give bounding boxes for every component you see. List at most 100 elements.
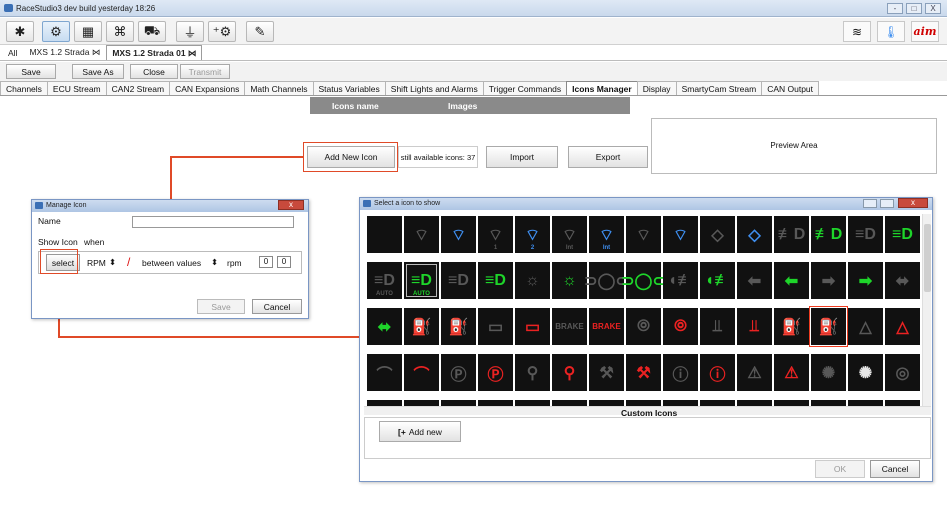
ground-icon[interactable]: ⏚ [176, 21, 204, 42]
tab-status-variables[interactable]: Status Variables [312, 81, 386, 95]
right-arrow-dim-icon[interactable]: ➡ [811, 262, 846, 299]
warning-red-icon[interactable]: ⚠ [774, 354, 809, 391]
save-icon-button[interactable]: Save [197, 299, 245, 314]
tab-display[interactable]: Display [636, 81, 677, 95]
left-arrow-dim-icon[interactable]: ⬅ [737, 262, 772, 299]
close-button[interactable]: Close [130, 64, 178, 79]
min-value-field[interactable]: 0 [259, 256, 273, 268]
parking-dim-icon[interactable]: ⊃◯⊂ [584, 262, 629, 299]
gauge-icon[interactable]: ⚙ [42, 21, 70, 42]
brake-red-icon[interactable]: BRAKE [589, 308, 624, 345]
wrench-red-icon[interactable]: ⚒ [626, 354, 661, 391]
tab-can-output[interactable]: CAN Output [761, 81, 820, 95]
coolant-red-icon[interactable]: ⫫ [737, 308, 772, 345]
max-value-field[interactable]: 0 [277, 256, 291, 268]
close-dialog-button[interactable]: x [898, 198, 928, 208]
seatbelt-red-icon[interactable]: ⚲ [552, 354, 587, 391]
save-button[interactable]: Save [6, 64, 56, 79]
tab-smartycam-stream[interactable]: SmartyCam Stream [675, 81, 763, 95]
wiper-int-dim-icon[interactable]: ⌔ Int [552, 216, 587, 253]
wiper-int-blue-icon[interactable]: ⌔ Int [589, 216, 624, 253]
high-beam-dim-icon[interactable]: ≢D [774, 216, 809, 253]
oil-red-icon[interactable]: ⌒ [404, 354, 439, 391]
tab-math-channels[interactable]: Math Channels [244, 81, 314, 95]
condition-stepper[interactable]: ⬍ [211, 257, 218, 268]
high-beam-green-icon[interactable]: ≢D [811, 216, 846, 253]
fuel-can-red-icon[interactable]: ⛽ [441, 308, 476, 345]
tab-can-expansions[interactable]: CAN Expansions [169, 81, 246, 95]
parking-brake-dim-icon[interactable]: Ⓟ [441, 354, 476, 391]
config-tab-all[interactable]: All [2, 45, 23, 60]
edit-icon[interactable]: ✎ [246, 21, 274, 42]
minimize-button[interactable] [863, 199, 877, 208]
hazard-dim-icon[interactable]: △ [848, 308, 883, 345]
tab-can2-stream[interactable]: CAN2 Stream [105, 81, 171, 95]
turbo-white-icon[interactable]: ✺ [848, 354, 883, 391]
export-button[interactable]: Export [568, 146, 648, 168]
rear-wiper-blue-icon[interactable]: ◇ [737, 216, 772, 253]
warning-dim-icon[interactable]: ⚠ [737, 354, 772, 391]
tab-ecu-stream[interactable]: ECU Stream [46, 81, 107, 95]
wiper-dim-icon[interactable]: ⌔ [404, 216, 439, 253]
washer-blue-icon[interactable]: ⌔ [663, 216, 698, 253]
close-dialog-button[interactable]: x [278, 200, 304, 210]
scrollbar-thumb[interactable] [924, 224, 931, 292]
save-as-button[interactable]: Save As [72, 64, 124, 79]
import-button[interactable]: Import [486, 146, 558, 168]
coolant-dim-icon[interactable]: ⫫ [700, 308, 735, 345]
grid-scrollbar[interactable] [922, 214, 931, 406]
fog-dim-icon[interactable]: ◖≢ [663, 262, 698, 299]
maximize-button[interactable]: □ [906, 3, 922, 14]
maximize-button[interactable] [880, 199, 894, 208]
chart-icon[interactable]: ▦ [74, 21, 102, 42]
parking-green-icon[interactable]: ⊃◯⊂ [621, 262, 666, 299]
condition-value[interactable]: between values [142, 258, 201, 268]
minimize-button[interactable]: - [887, 3, 903, 14]
thermometer-icon[interactable]: 🌡 [877, 21, 905, 42]
wifi-icon[interactable]: ≋ [843, 21, 871, 42]
auto-beam-dim-icon[interactable]: ≡D AUTO [367, 262, 402, 299]
light-dim-icon[interactable]: ☼ [515, 262, 550, 299]
channel-stepper[interactable]: ⬍ [109, 257, 116, 268]
battery-dim-icon[interactable]: ▭ [478, 308, 513, 345]
hazard-red-icon[interactable]: △ [885, 308, 920, 345]
close-window-button[interactable]: X [925, 3, 941, 14]
light-green-icon[interactable]: ☼ [552, 262, 587, 299]
wrench-icon[interactable]: ✱ [6, 21, 34, 42]
brake-circle-red-icon[interactable]: ⦾ [663, 308, 698, 345]
shape-icon[interactable]: ⌘ [106, 21, 134, 42]
fuel-dim-icon[interactable]: ⛽ [774, 308, 809, 345]
beam-green-icon[interactable]: ≡D [478, 262, 513, 299]
abs-dim-icon[interactable]: ◎ [885, 354, 920, 391]
add-device-icon[interactable]: ⁺⚙ [208, 21, 236, 42]
turbo-dim-icon[interactable]: ✺ [811, 354, 846, 391]
brake-dim-icon[interactable]: BRAKE [552, 308, 587, 345]
seatbelt-dim-icon[interactable]: ⚲ [515, 354, 550, 391]
left-arrow-green-icon[interactable]: ⬅ [774, 262, 809, 299]
tab-shift-lights-alarms[interactable]: Shift Lights and Alarms [384, 81, 484, 95]
info-red-icon[interactable]: ⓘ [700, 354, 735, 391]
ok-button[interactable]: OK [815, 460, 865, 478]
oil-dim-icon[interactable]: ⌒ [367, 354, 402, 391]
brake-circle-dim-icon[interactable]: ⦾ [626, 308, 661, 345]
config-tab-strada[interactable]: MXS 1.2 Strada ⋈ [23, 44, 106, 60]
cancel-select-button[interactable]: Cancel [870, 460, 920, 478]
battery-red-icon[interactable]: ▭ [515, 308, 550, 345]
blank-icon[interactable] [367, 216, 402, 253]
auto-beam-green-icon[interactable]: ≡D AUTO [404, 262, 439, 299]
config-tab-strada-01[interactable]: MXS 1.2 Strada 01 ⋈ [106, 45, 203, 60]
both-arrow-dim-icon[interactable]: ⬌ [885, 262, 920, 299]
add-new-button[interactable]: [+ Add new [379, 421, 461, 442]
low-beam-green-icon[interactable]: ≡D [885, 216, 920, 253]
tab-channels[interactable]: Channels [0, 81, 48, 95]
channel-value[interactable]: RPM [87, 258, 106, 268]
wiper-blue-icon[interactable]: ⌔ [441, 216, 476, 253]
washer-dim-icon[interactable]: ⌔ [626, 216, 661, 253]
parking-brake-red-icon[interactable]: Ⓟ [478, 354, 513, 391]
fuel-red-icon[interactable]: ⛽ [809, 306, 848, 347]
tab-icons-manager[interactable]: Icons Manager [566, 81, 638, 95]
fuel-can-dim-icon[interactable]: ⛽ [404, 308, 439, 345]
car-icon[interactable]: ⛟ [138, 21, 166, 42]
beam-dim-icon[interactable]: ≡D [441, 262, 476, 299]
wrench-dim-icon[interactable]: ⚒ [589, 354, 624, 391]
